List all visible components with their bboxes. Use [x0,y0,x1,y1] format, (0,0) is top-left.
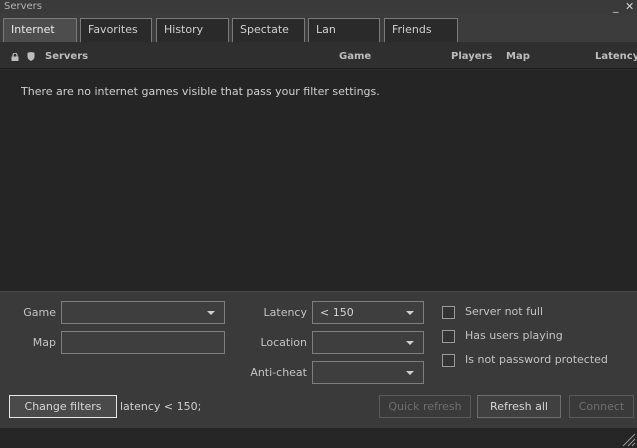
column-players[interactable]: Players [451,51,492,62]
chevron-down-icon [406,341,414,345]
window-titlebar: Servers _ ✕ [0,0,637,13]
chevron-down-icon [406,371,414,375]
lock-icon[interactable] [11,53,19,61]
latency-filter-label: Latency [263,306,307,319]
tab-spectate[interactable]: Spectate [232,18,305,42]
empty-list-message: There are no internet games visible that… [21,85,380,98]
location-filter-combo[interactable] [312,331,424,354]
status-bar [0,428,637,448]
server-list-header: Servers Game Players Map Latency [0,42,637,69]
shield-icon[interactable] [27,52,35,61]
location-filter-label: Location [260,336,307,349]
not-password-protected-checkbox[interactable] [442,354,455,367]
latency-filter-combo[interactable]: < 150 [312,301,424,324]
not-password-protected-label[interactable]: Is not password protected [465,353,608,366]
game-filter-label: Game [23,306,56,319]
tab-favorites[interactable]: Favorites [80,18,152,42]
latency-filter-value: < 150 [320,306,354,319]
tab-friends[interactable]: Friends [384,18,458,42]
server-not-full-checkbox[interactable] [442,306,455,319]
window-title: Servers [4,1,43,12]
game-filter-combo[interactable] [61,301,225,324]
column-servers[interactable]: Servers [45,51,88,62]
tab-history[interactable]: History [156,18,229,42]
anticheat-filter-combo[interactable] [312,361,424,384]
anticheat-filter-label: Anti-cheat [250,366,307,379]
has-users-playing-label[interactable]: Has users playing [465,329,563,342]
quick-refresh-button[interactable]: Quick refresh [379,395,471,418]
chevron-down-icon [406,311,414,315]
connect-button[interactable]: Connect [569,395,634,418]
map-filter-label: Map [32,336,56,349]
server-not-full-label[interactable]: Server not full [465,305,543,318]
refresh-all-button[interactable]: Refresh all [477,395,561,418]
column-latency[interactable]: Latency [595,51,637,62]
close-button[interactable]: ✕ [625,0,634,13]
change-filters-button[interactable]: Change filters [9,395,117,418]
chevron-down-icon [207,311,215,315]
column-game[interactable]: Game [339,51,371,62]
map-filter-input[interactable] [61,331,225,354]
minimize-button[interactable]: _ [613,0,619,13]
tab-internet[interactable]: Internet [3,18,77,42]
has-users-playing-checkbox[interactable] [442,330,455,343]
filter-summary-text: latency < 150; [120,400,202,413]
resize-grip-icon[interactable] [620,431,636,447]
tab-lan[interactable]: Lan [308,18,380,42]
server-list[interactable]: There are no internet games visible that… [0,70,637,291]
tab-bar: Internet Favorites History Spectate Lan … [0,13,637,42]
column-map[interactable]: Map [506,51,530,62]
